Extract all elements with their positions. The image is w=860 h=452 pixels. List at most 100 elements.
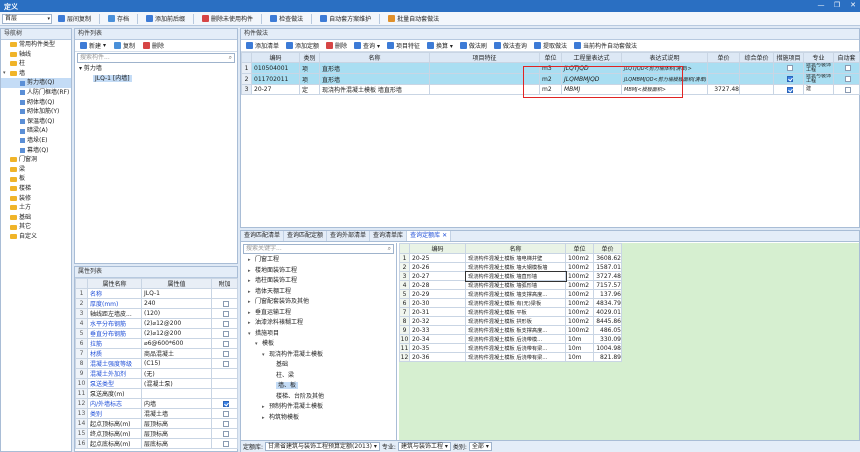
quota-tree-item[interactable]: ▸ 墙体天棚工程 (241, 287, 396, 298)
property-value[interactable]: 层底标高 (141, 438, 212, 449)
measure-checkbox[interactable] (786, 65, 793, 71)
quota-price[interactable]: 486.05 (593, 325, 622, 335)
quota-price[interactable]: 137.96 (593, 289, 622, 299)
property-row[interactable]: 9 混凝土外加剂 (无) (75, 368, 238, 379)
extra-checkbox[interactable] (222, 300, 229, 307)
quota-tree-item[interactable]: ▸ 门窗工程 (241, 255, 396, 266)
quota-row[interactable]: 10 20-34 现浇构件混凝土模板 后浇带模… 10m 330.09 (399, 334, 622, 344)
property-row[interactable]: 5 垂直分布钢筋 (2)⌀12@200 (75, 328, 238, 339)
methods-cell-cat[interactable]: 项 (299, 73, 320, 85)
nav-item[interactable]: 基础 (1, 213, 71, 223)
property-row[interactable]: 10 泵送类型 (混凝土泵) (75, 378, 238, 389)
methods-cell-name[interactable]: 现浇构件混凝土模板 墙直形墙 (319, 84, 430, 95)
quota-column-header[interactable]: 单位 (565, 243, 594, 254)
property-value[interactable]: 内墙 (141, 398, 212, 409)
property-value[interactable]: 层顶标高 (141, 428, 212, 439)
extra-checkbox[interactable] (222, 400, 229, 407)
methods-row[interactable]: 2 011702011 项直形墙 m2 JLQMBMJQD JLQMBMJQD<剪力墙模板… (241, 73, 860, 85)
property-value[interactable]: (混凝土泵) (141, 378, 212, 389)
nav-item[interactable]: 暗梁(A) (1, 126, 71, 136)
methods-cell-desc[interactable]: JLQMBMJQD<剪力墙模板面积(清单)> (621, 73, 708, 85)
quota-row[interactable]: 7 20-31 现浇构件混凝土模板 平板 100m2 4029.01 (399, 307, 622, 317)
component-search-input[interactable]: 搜索构件... ⌕ (77, 53, 235, 63)
nav-item[interactable]: 板 (1, 174, 71, 184)
quota-name[interactable]: 现浇构件混凝土模板 墙大钢模板墙 (465, 262, 566, 272)
methods-cell-name[interactable]: 直形墙 (319, 62, 430, 74)
methods-cell-feature[interactable] (429, 73, 540, 85)
quota-row[interactable]: 3 20-27 现浇构件混凝土模板 墙直形墙 100m2 3727.48 (399, 270, 622, 282)
quota-name[interactable]: 现浇构件混凝土模板 墙支撑高度… (465, 289, 566, 299)
quota-name[interactable]: 现浇构件混凝土模板 有(无)梁板 (465, 298, 566, 308)
close-icon[interactable]: ✕ (442, 232, 447, 239)
property-row[interactable]: 2 厚度(mm) 240 (75, 298, 238, 309)
quota-code[interactable]: 20-33 (409, 325, 466, 335)
methods-column-header[interactable]: 表达式说明 (621, 52, 708, 63)
quota-tree-item[interactable]: ▸ 构筑物模板 (241, 413, 396, 424)
extra-checkbox[interactable] (222, 350, 229, 357)
quota-price[interactable]: 4834.79 (593, 298, 622, 308)
quota-price[interactable]: 3608.62 (593, 253, 622, 263)
methods-column-header[interactable]: 措施项目 (773, 52, 804, 63)
nav-item[interactable]: 保温墙(Q) (1, 117, 71, 127)
methods-toolbar-button[interactable]: 做法查询 (492, 40, 529, 52)
quota-tree-item[interactable]: ▾ 措施项目 (241, 329, 396, 340)
methods-cell-cat[interactable]: 定 (299, 84, 320, 95)
methods-cell-desc[interactable]: JLQTJQD<剪力墙体积(清单)> (621, 62, 708, 74)
quota-code[interactable]: 20-34 (409, 334, 466, 344)
restore-button[interactable]: ❐ (832, 1, 842, 10)
quota-code[interactable]: 20-30 (409, 298, 466, 308)
property-value[interactable]: (无) (141, 368, 212, 379)
nav-item[interactable]: ▾ 墙 (1, 69, 71, 79)
quota-row[interactable]: 6 20-30 现浇构件混凝土模板 有(无)梁板 100m2 4834.79 (399, 298, 622, 308)
component-tree-root[interactable]: ▾ 剪力墙 (79, 64, 237, 74)
nav-item[interactable]: 墙垛(E) (1, 136, 71, 146)
nav-item[interactable]: 楼梯 (1, 184, 71, 194)
quota-name[interactable]: 现浇构件混凝土模板 后浇带有梁… (465, 343, 566, 353)
property-row[interactable]: 6 拉筋 ⌀6@600*600 (75, 338, 238, 349)
methods-column-header[interactable]: 类别 (299, 52, 320, 63)
quota-name[interactable]: 现浇构件混凝土模板 墙电梯井壁 (465, 253, 566, 263)
methods-cell-comp[interactable] (739, 73, 774, 85)
property-value[interactable]: 商品混凝土 (141, 348, 212, 359)
methods-cell-comp[interactable] (739, 84, 774, 95)
methods-cell-price[interactable]: 3727.48 (707, 84, 740, 95)
methods-toolbar-button[interactable]: 当前构件自动套做法 (572, 40, 639, 52)
property-value[interactable]: (2)⌀12@200 (141, 318, 212, 329)
methods-column-header[interactable]: 工程量表达式 (561, 52, 622, 63)
quota-price[interactable]: 1587.01 (593, 262, 622, 272)
quota-code[interactable]: 20-26 (409, 262, 466, 272)
quota-unit[interactable]: 100m2 (565, 280, 594, 290)
methods-cell-major[interactable]: 建筑与装饰工程 (803, 62, 834, 74)
delete-button[interactable]: 删除 (141, 40, 166, 52)
quota-unit[interactable]: 100m2 (565, 271, 594, 281)
quota-name[interactable]: 现浇构件混凝土模板 板支撑高度… (465, 325, 566, 335)
quota-price[interactable]: 1004.98 (593, 343, 622, 353)
quota-code[interactable]: 20-25 (409, 253, 466, 263)
quota-tree-item[interactable]: ▸ 楼地面装饰工程 (241, 266, 396, 277)
quota-name[interactable]: 现浇构件混凝土模板 平板 (465, 307, 566, 317)
quota-name[interactable]: 现浇构件混凝土模板 拱形板 (465, 316, 566, 326)
property-row[interactable]: 15 终点顶标高(m) 层顶标高 (75, 428, 238, 439)
methods-cell-name[interactable]: 直形墙 (319, 73, 430, 85)
toolbar-button[interactable]: 层间复制 (56, 13, 93, 25)
nav-item[interactable]: 幕墙(Q) (1, 146, 71, 156)
methods-toolbar-button[interactable]: 查询 ▾ (352, 40, 382, 52)
query-tab[interactable]: 查询定额库 ✕ (407, 231, 452, 241)
nav-item[interactable]: 自定义 (1, 232, 71, 242)
quota-unit[interactable]: 10m (565, 352, 594, 362)
methods-cell-unit[interactable]: m2 (539, 84, 562, 95)
quota-code[interactable]: 20-31 (409, 307, 466, 317)
nav-item[interactable]: 土方 (1, 203, 71, 213)
quota-unit[interactable]: 100m2 (565, 325, 594, 335)
quota-code[interactable]: 20-32 (409, 316, 466, 326)
property-row[interactable]: 14 起点顶标高(m) 层顶标高 (75, 418, 238, 429)
methods-cell-code[interactable]: 011702011 (251, 73, 300, 85)
extra-checkbox[interactable] (222, 330, 229, 337)
nav-item[interactable]: 门窗洞 (1, 155, 71, 165)
minimize-button[interactable]: — (816, 1, 826, 10)
methods-toolbar-button[interactable]: 项目特征 (385, 40, 422, 52)
property-value[interactable]: 层顶标高 (141, 418, 212, 429)
quota-code[interactable]: 20-29 (409, 289, 466, 299)
close-button[interactable]: ✕ (848, 1, 858, 10)
quota-row[interactable]: 8 20-32 现浇构件混凝土模板 拱形板 100m2 8445.86 (399, 316, 622, 326)
